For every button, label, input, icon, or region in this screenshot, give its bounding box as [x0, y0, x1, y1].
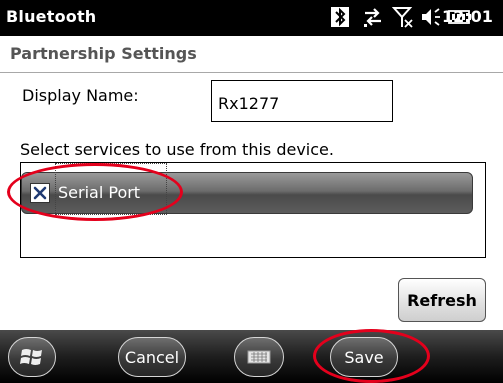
windows-start-icon: [20, 349, 42, 365]
refresh-button[interactable]: Refresh: [398, 278, 486, 322]
services-label: Select services to use from this device.: [20, 140, 334, 159]
serial-port-checkbox[interactable]: [30, 183, 50, 203]
app-title: Bluetooth: [6, 7, 97, 26]
clock[interactable]: 12:01: [442, 7, 493, 26]
save-button[interactable]: Save: [330, 337, 398, 377]
bottom-toolbar: Cancel Save: [0, 330, 503, 383]
signal-no-service-icon[interactable]: [391, 4, 414, 34]
services-list[interactable]: Serial Port: [20, 162, 486, 258]
check-x-icon: [33, 186, 47, 200]
data-connection-icon[interactable]: [362, 4, 384, 34]
volume-icon[interactable]: [420, 4, 442, 34]
keyboard-button[interactable]: [234, 337, 284, 377]
page-title: Partnership Settings: [10, 44, 197, 63]
start-button[interactable]: [8, 337, 56, 377]
cancel-button[interactable]: Cancel: [118, 337, 186, 377]
section-header: Partnership Settings: [0, 36, 503, 73]
display-name-field-box[interactable]: [211, 80, 393, 122]
title-bar: Bluetooth 12:01: [0, 0, 503, 36]
focus-rectangle: [55, 163, 167, 215]
display-name-label: Display Name:: [22, 86, 139, 105]
keyboard-icon: [247, 350, 271, 364]
bluetooth-icon[interactable]: [330, 4, 350, 34]
display-name-field[interactable]: [218, 94, 386, 113]
